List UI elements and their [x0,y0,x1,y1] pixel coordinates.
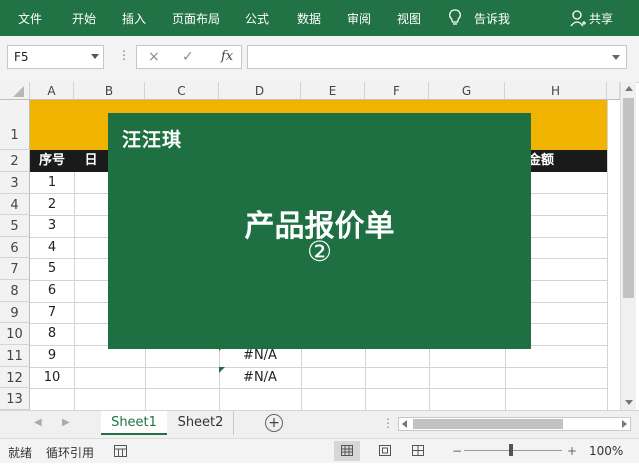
serial-cell[interactable]: 7 [30,302,74,323]
sheet-tabs-bar: ◀ ▶ Sheet1 Sheet2 + ⋮ [0,410,639,439]
row-header-4[interactable]: 4 [0,194,30,215]
serial-cell[interactable]: 9 [30,345,74,367]
col-header-d[interactable]: D [219,82,301,100]
serial-cell[interactable]: 5 [30,258,74,280]
scroll-thumb[interactable] [623,98,634,298]
select-all-corner[interactable] [0,82,30,100]
ready-status: 就绪 [8,446,33,460]
header-date[interactable]: 日 [74,150,108,172]
h-scroll-thumb[interactable] [413,419,563,429]
splitter-icon[interactable]: ⋮ [382,416,394,430]
name-box[interactable]: F5 [7,45,104,69]
sheet-tab-sheet2[interactable]: Sheet2 [168,411,234,435]
row-header-5[interactable]: 5 [0,215,30,237]
col-header-b[interactable]: B [74,82,145,100]
zoom-level[interactable]: 100% [589,444,623,458]
circular-reference-status[interactable]: 循环引用 [46,444,94,461]
tab-review[interactable]: 审阅 [347,10,371,27]
row-header-7[interactable]: 7 [0,258,30,280]
serial-cell[interactable]: 8 [30,323,74,345]
zoom-slider[interactable] [464,450,562,451]
row-header-11[interactable]: 11 [0,345,30,367]
status-bar: 就绪 循环引用 − + 100% [0,438,639,463]
corner-triangle-icon [13,86,24,97]
serial-cell[interactable]: 3 [30,215,74,237]
row-header-8[interactable]: 8 [0,280,30,302]
formula-bar: F5 ⋮ × ✓ fx [0,36,639,83]
row-header-10[interactable]: 10 [0,323,30,345]
tab-data[interactable]: 数据 [297,10,321,27]
tab-next-icon[interactable]: ▶ [62,417,70,428]
name-box-value: F5 [14,50,29,64]
serial-cell[interactable]: 10 [30,367,74,388]
enter-icon[interactable]: ✓ [182,49,194,65]
serial-cell[interactable]: 2 [30,194,74,215]
cancel-icon[interactable]: × [148,49,160,65]
tab-home[interactable]: 开始 [72,10,96,27]
ribbon: 文件 开始 插入 页面布局 公式 数据 审阅 视图 告诉我 共享 [0,0,639,36]
tab-view[interactable]: 视图 [397,10,421,27]
tell-me-box[interactable]: 告诉我 [474,10,510,27]
serial-cell[interactable]: 1 [30,172,74,194]
row-header-13[interactable]: 13 [0,388,30,410]
tab-insert[interactable]: 插入 [122,10,146,27]
chevron-down-icon[interactable] [91,54,99,59]
col-header-a[interactable]: A [30,82,74,100]
macro-record-icon[interactable] [114,445,127,457]
tab-page-layout[interactable]: 页面布局 [172,10,220,27]
row-header-2[interactable]: 2 [0,150,30,172]
overlay-number: ② [306,235,333,268]
more-icon: ⋮ [118,48,131,62]
scroll-down-icon[interactable] [625,400,633,405]
lightbulb-icon [449,9,461,25]
error-cell[interactable]: #N/A [219,367,301,388]
title-overlay-card: 汪汪琪 产品报价单 ② [108,113,531,349]
sheet-tab-sheet1[interactable]: Sheet1 [101,411,167,435]
page-break-view-button[interactable] [405,441,431,461]
row-header-6[interactable]: 6 [0,237,30,258]
header-serial[interactable]: 序号 [30,150,74,172]
col-header-i[interactable] [607,82,620,100]
zoom-out-button[interactable]: − [452,444,462,458]
brand-label: 汪汪琪 [122,129,183,151]
normal-view-icon [341,445,353,456]
serial-cell[interactable]: 4 [30,237,74,258]
expand-icon[interactable] [612,55,620,60]
insert-function-icon[interactable]: fx [221,49,233,64]
scroll-up-icon[interactable] [625,86,633,91]
user-icon [570,10,586,27]
page-break-icon [412,445,424,456]
scroll-left-icon[interactable] [402,420,407,428]
col-header-f[interactable]: F [365,82,429,100]
page-layout-icon [379,445,391,456]
tab-file[interactable]: 文件 [18,10,42,27]
row-header-1[interactable]: 1 [0,100,30,150]
share-button[interactable]: 共享 [589,10,613,27]
add-sheet-button[interactable]: + [265,414,283,432]
vertical-scrollbar[interactable] [620,82,636,410]
zoom-in-button[interactable]: + [567,444,577,458]
col-header-h[interactable]: H [505,82,607,100]
page-layout-view-button[interactable] [372,441,398,461]
horizontal-scrollbar[interactable] [398,417,631,431]
col-header-e[interactable]: E [301,82,365,100]
zoom-slider-thumb[interactable] [509,444,513,456]
row-header-9[interactable]: 9 [0,302,30,323]
tab-formulas[interactable]: 公式 [245,10,269,27]
row-header-12[interactable]: 12 [0,367,30,388]
formula-buttons: × ✓ fx [136,45,242,69]
col-header-c[interactable]: C [145,82,219,100]
formula-input[interactable] [247,45,627,69]
tab-prev-icon[interactable]: ◀ [34,417,42,428]
serial-cell[interactable]: 6 [30,280,74,302]
normal-view-button[interactable] [334,441,360,461]
scroll-right-icon[interactable] [622,420,627,428]
row-header-3[interactable]: 3 [0,172,30,194]
error-indicator-icon [219,367,225,373]
col-header-g[interactable]: G [429,82,505,100]
